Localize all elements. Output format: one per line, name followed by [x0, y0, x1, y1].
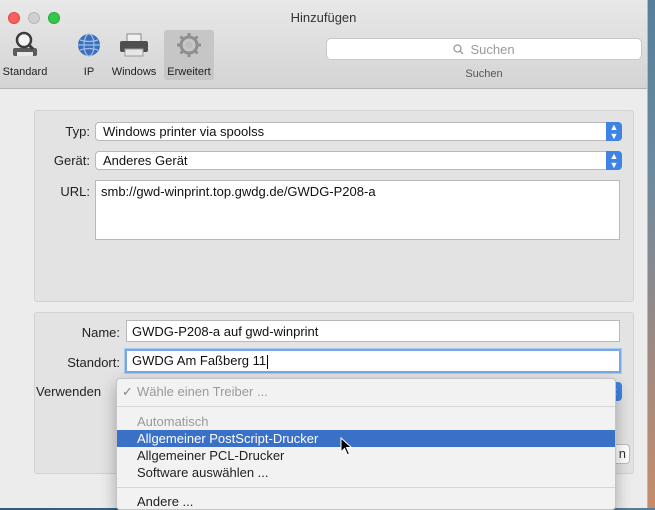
- menu-section-label: Automatisch: [137, 414, 209, 429]
- toolbar-standard-button[interactable]: Standard: [2, 30, 48, 80]
- toolbar-erweitert-button[interactable]: Erweitert: [164, 30, 214, 80]
- menu-separator: [117, 487, 615, 488]
- search-icon: [453, 43, 464, 54]
- standort-field[interactable]: GWDG Am Faßberg 11: [125, 349, 621, 373]
- menu-item-label: Allgemeiner PostScript-Drucker: [137, 431, 319, 446]
- url-field[interactable]: smb://gwd-winprint.top.gwdg.de/GWDG-P208…: [95, 180, 620, 240]
- toolbar-erweitert-label: Erweitert: [167, 66, 211, 78]
- search-placeholder: Suchen: [470, 41, 515, 57]
- gear-icon: [171, 30, 207, 60]
- menu-item-label: Allgemeiner PCL-Drucker: [137, 448, 285, 463]
- name-value: GWDG-P208-a auf gwd-winprint: [132, 324, 319, 339]
- globe-icon: [76, 30, 102, 60]
- geraet-popup[interactable]: Anderes Gerät ▲ ▼: [95, 151, 622, 170]
- geraet-label: Gerät:: [53, 153, 90, 168]
- standort-value: GWDG Am Faßberg 11: [132, 353, 267, 368]
- add-button-label: n: [618, 446, 626, 461]
- name-field[interactable]: GWDG-P208-a auf gwd-winprint: [126, 320, 620, 342]
- printer-icon: [116, 30, 152, 60]
- menu-item-choose-driver: ✓ Wähle einen Treiber ...: [117, 383, 615, 400]
- magnifier-printer-icon: [7, 30, 43, 60]
- toolbar-standard-label: Standard: [2, 66, 48, 78]
- name-label: Name:: [81, 325, 120, 340]
- typ-label: Typ:: [65, 124, 90, 139]
- verwenden-label: Verwenden: [36, 384, 102, 399]
- text-caret: [267, 354, 269, 369]
- checkmark-icon: ✓: [122, 384, 133, 399]
- url-value: smb://gwd-winprint.top.gwdg.de/GWDG-P208…: [101, 184, 376, 199]
- search-field[interactable]: Suchen: [326, 38, 642, 60]
- menu-item-label: Andere ...: [137, 494, 194, 509]
- window-title: Hinzufügen: [290, 10, 357, 25]
- standort-label: Standort:: [67, 355, 120, 370]
- titlebar: Hinzufügen Standard IP Windows Erweitert…: [0, 0, 647, 89]
- toolbar-windows-label: Windows: [111, 66, 157, 78]
- driver-menu: ✓ Wähle einen Treiber ... Automatisch Al…: [116, 378, 616, 510]
- toolbar-ip-label: IP: [83, 66, 95, 78]
- typ-value: Windows printer via spoolss: [103, 124, 265, 139]
- menu-item-software[interactable]: Software auswählen ...: [117, 464, 615, 481]
- popup-arrows-icon: ▲▼: [606, 122, 622, 141]
- menu-section-automatisch: Automatisch: [117, 413, 615, 430]
- menu-item-label: Software auswählen ...: [137, 465, 269, 480]
- menu-separator: [117, 406, 615, 407]
- typ-popup[interactable]: Windows printer via spoolss ▲ ▼: [95, 122, 622, 141]
- menu-item-label: Wähle einen Treiber ...: [137, 384, 268, 399]
- menu-item-pcl[interactable]: Allgemeiner PCL-Drucker: [117, 447, 615, 464]
- menu-item-andere[interactable]: Andere ...: [117, 493, 615, 509]
- popup-arrows-icon: ▲▼: [606, 151, 622, 170]
- toolbar-ip-button[interactable]: IP: [76, 30, 102, 80]
- url-label: URL:: [60, 184, 90, 199]
- geraet-value: Anderes Gerät: [103, 153, 188, 168]
- toolbar-windows-button[interactable]: Windows: [110, 30, 158, 80]
- mouse-pointer-icon: [340, 437, 353, 456]
- menu-item-postscript[interactable]: Allgemeiner PostScript-Drucker: [117, 430, 615, 447]
- search-caption: Suchen: [465, 68, 503, 80]
